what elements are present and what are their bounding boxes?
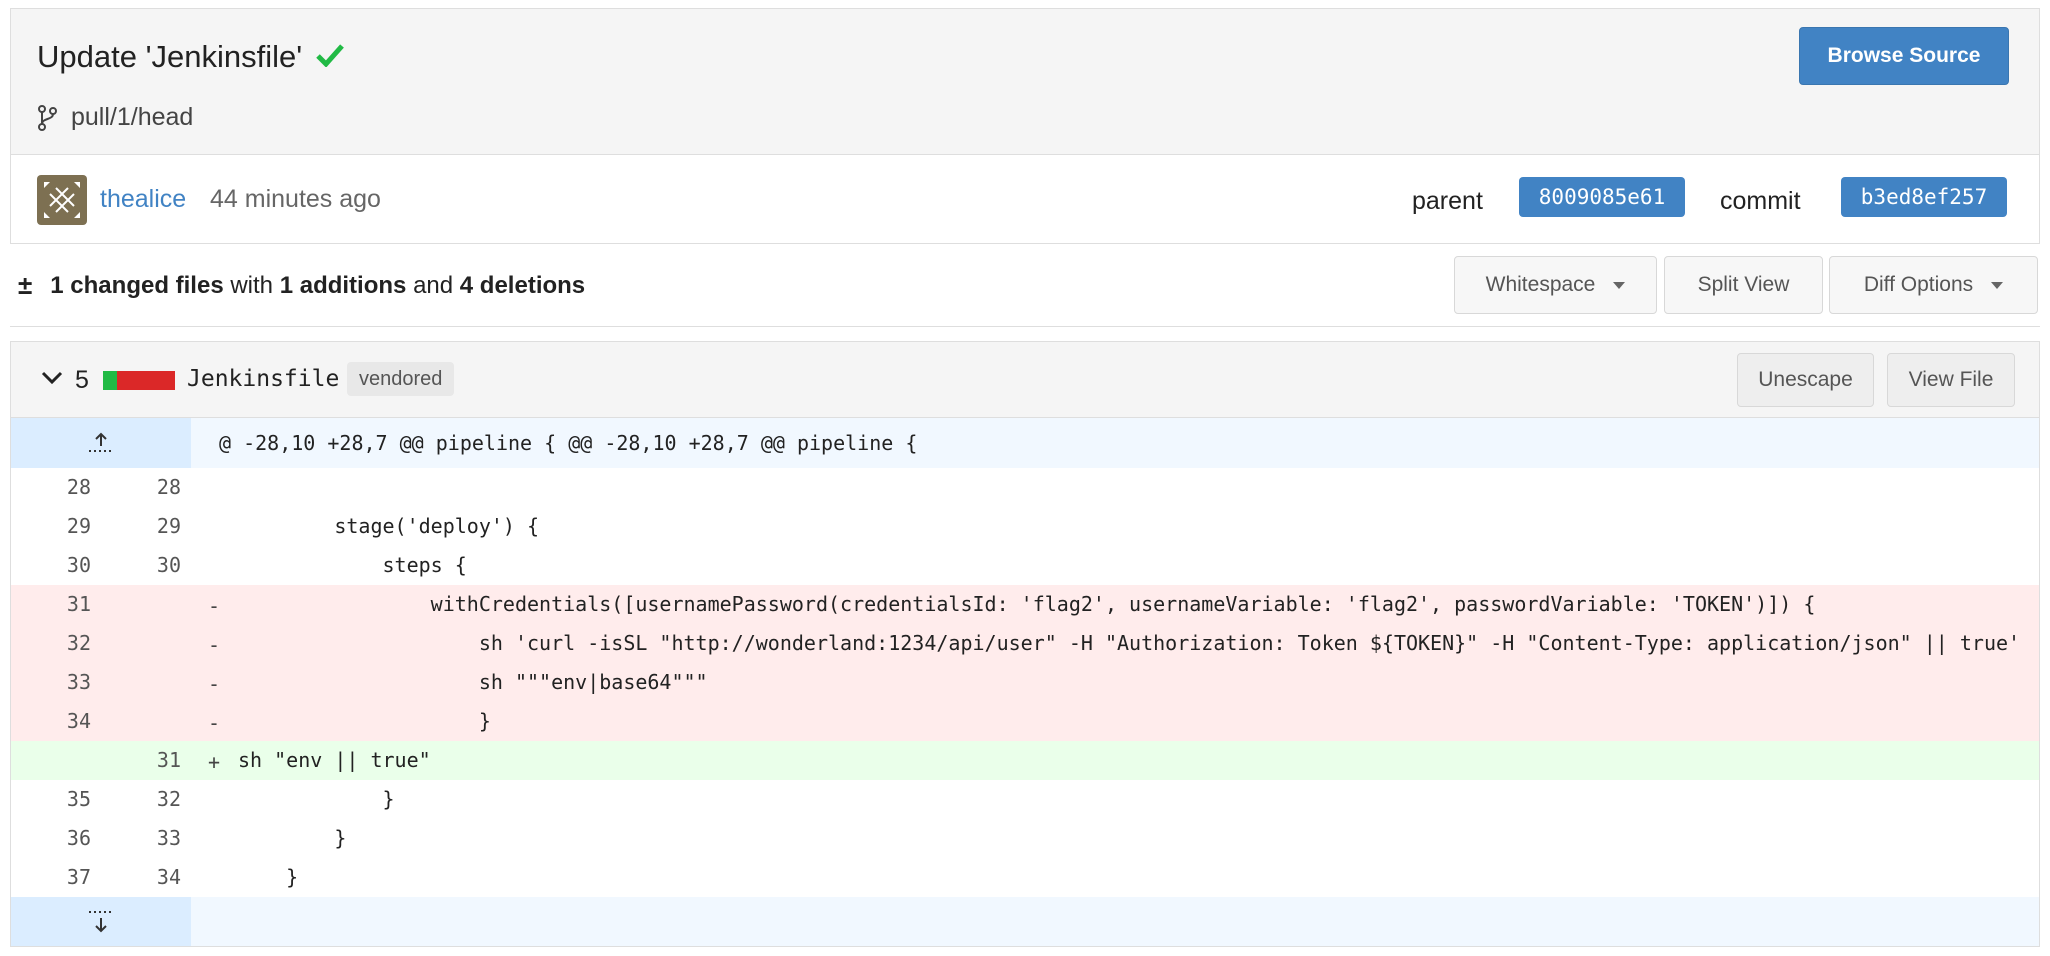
old-line-number[interactable]: 32 (11, 624, 91, 663)
commit-meta: thealice 44 minutes ago parent 8009085e6… (11, 155, 2039, 243)
old-line-number[interactable]: 36 (11, 819, 91, 858)
whitespace-dropdown[interactable]: Whitespace (1454, 256, 1657, 314)
diff-stats: ± 1 changed files with 1 additions and 4… (18, 270, 585, 301)
code-line: steps { (238, 553, 467, 577)
chevron-down-icon[interactable] (41, 370, 63, 386)
new-line-number[interactable]: 32 (101, 780, 181, 819)
commit-label: commit (1720, 187, 1801, 215)
diff-marker: - (208, 594, 221, 618)
diff-line-ctx: 35 32 } (11, 780, 2039, 819)
diff-line-del: 33 - sh """env|base64""" (11, 663, 2039, 702)
code-line: } (238, 709, 491, 733)
commit-time: 44 minutes ago (210, 185, 381, 213)
old-line-number[interactable]: 28 (11, 468, 91, 507)
caret-down-icon (1991, 281, 2004, 289)
stats-with: with (230, 271, 274, 299)
old-line-number[interactable]: 29 (11, 507, 91, 546)
stats-and: and (413, 271, 454, 299)
commit-sha-button[interactable]: b3ed8ef257 (1841, 177, 2007, 217)
hunk-header: @ -28,10 +28,7 @@ pipeline { @@ -28,10 +… (219, 431, 918, 455)
diff-line-ctx: 28 28 (11, 468, 2039, 507)
new-line-number[interactable] (101, 624, 181, 663)
old-line-number[interactable]: 35 (11, 780, 91, 819)
diff-line-del: 32 - sh 'curl -isSL "http://wonderland:12… (11, 624, 2039, 663)
hunk-header-row: @ -28,10 +28,7 @@ pipeline { @@ -28,10 +… (11, 418, 2039, 468)
check-icon (316, 39, 345, 75)
expand-up-icon[interactable] (11, 418, 191, 468)
view-file-button[interactable]: View File (1887, 353, 2015, 407)
code-line: } (238, 826, 347, 850)
diff-stat-bar (103, 371, 175, 390)
commit-header: Update 'Jenkinsfile' pull/1/head Browse … (10, 8, 2040, 244)
caret-down-icon (1613, 281, 1626, 289)
whitespace-label: Whitespace (1485, 273, 1596, 296)
commit-title-text: Update 'Jenkinsfile' (37, 39, 303, 74)
new-line-number[interactable]: 33 (101, 819, 181, 858)
diff-stat-deletions (117, 371, 175, 390)
old-line-number[interactable]: 30 (11, 546, 91, 585)
diff-line-add: 31 + sh "env || true" (11, 741, 2039, 780)
diff-marker: - (208, 711, 221, 735)
old-line-number[interactable]: 37 (11, 858, 91, 897)
diff-line-ctx: 36 33 } (11, 819, 2039, 858)
diff-line-ctx: 29 29 stage('deploy') { (11, 507, 2039, 546)
diff-options-label: Diff Options (1863, 273, 1974, 296)
file-header: 5 Jenkinsfile vendored Unescape View Fil… (11, 342, 2039, 418)
split-view-button[interactable]: Split View (1664, 256, 1823, 314)
git-branch-icon (37, 104, 57, 131)
expand-down-icon[interactable] (11, 897, 191, 946)
avatar[interactable] (37, 175, 87, 225)
plus-minus-icon: ± (18, 270, 33, 300)
old-line-number[interactable]: 33 (11, 663, 91, 702)
code-line: withCredentials([usernamePassword(creden… (238, 592, 1816, 616)
additions-count: 1 additions (279, 271, 407, 299)
code-line: stage('deploy') { (238, 514, 540, 538)
deletions-count: 4 deletions (459, 271, 586, 299)
old-line-number[interactable]: 34 (11, 702, 91, 741)
parent-sha-button[interactable]: 8009085e61 (1519, 177, 1685, 217)
diff-line-ctx: 30 30 steps { (11, 546, 2039, 585)
old-line-number[interactable]: 31 (11, 585, 91, 624)
browse-source-button[interactable]: Browse Source (1799, 27, 2009, 85)
new-line-number[interactable] (101, 663, 181, 702)
diff-stat-additions (103, 371, 117, 390)
new-line-number[interactable]: 28 (101, 468, 181, 507)
file-diff: 5 Jenkinsfile vendored Unescape View Fil… (10, 341, 2040, 947)
new-line-number[interactable] (101, 702, 181, 741)
parent-label: parent (1412, 187, 1483, 215)
diff-marker: - (208, 672, 221, 696)
code-line: } (238, 865, 299, 889)
divider (10, 326, 2040, 327)
branch-ref: pull/1/head (37, 103, 193, 132)
code-line: sh """env|base64""" (238, 670, 708, 694)
diff-marker: - (208, 633, 221, 657)
unescape-button[interactable]: Unescape (1737, 353, 1874, 407)
diff-line-del: 34 - } (11, 702, 2039, 741)
code-line: sh 'curl -isSL "http://wonderland:1234/a… (238, 631, 2021, 655)
vendored-label: vendored (347, 362, 455, 396)
changed-files-count: 1 changed files (50, 271, 224, 299)
hunk-footer-row (11, 897, 2039, 946)
code-line: sh "env || true" (238, 748, 431, 772)
diff-line-del: 31 - withCredentials([usernamePassword(cr… (11, 585, 2039, 624)
commit-title: Update 'Jenkinsfile' (37, 39, 345, 75)
file-name[interactable]: Jenkinsfile (187, 366, 339, 392)
diff-marker: + (208, 750, 221, 774)
branch-name: pull/1/head (71, 103, 194, 131)
new-line-number[interactable] (101, 585, 181, 624)
author-link[interactable]: thealice (100, 185, 186, 214)
diff-line-ctx: 37 34 } (11, 858, 2039, 897)
commit-summary: Update 'Jenkinsfile' pull/1/head Browse … (11, 9, 2039, 155)
code-line: } (238, 787, 395, 811)
file-change-count: 5 (75, 366, 89, 394)
old-line-number[interactable] (11, 741, 91, 780)
new-line-number[interactable]: 30 (101, 546, 181, 585)
new-line-number[interactable]: 29 (101, 507, 181, 546)
new-line-number[interactable]: 31 (101, 741, 181, 780)
diff-options-dropdown[interactable]: Diff Options (1829, 256, 2038, 314)
new-line-number[interactable]: 34 (101, 858, 181, 897)
